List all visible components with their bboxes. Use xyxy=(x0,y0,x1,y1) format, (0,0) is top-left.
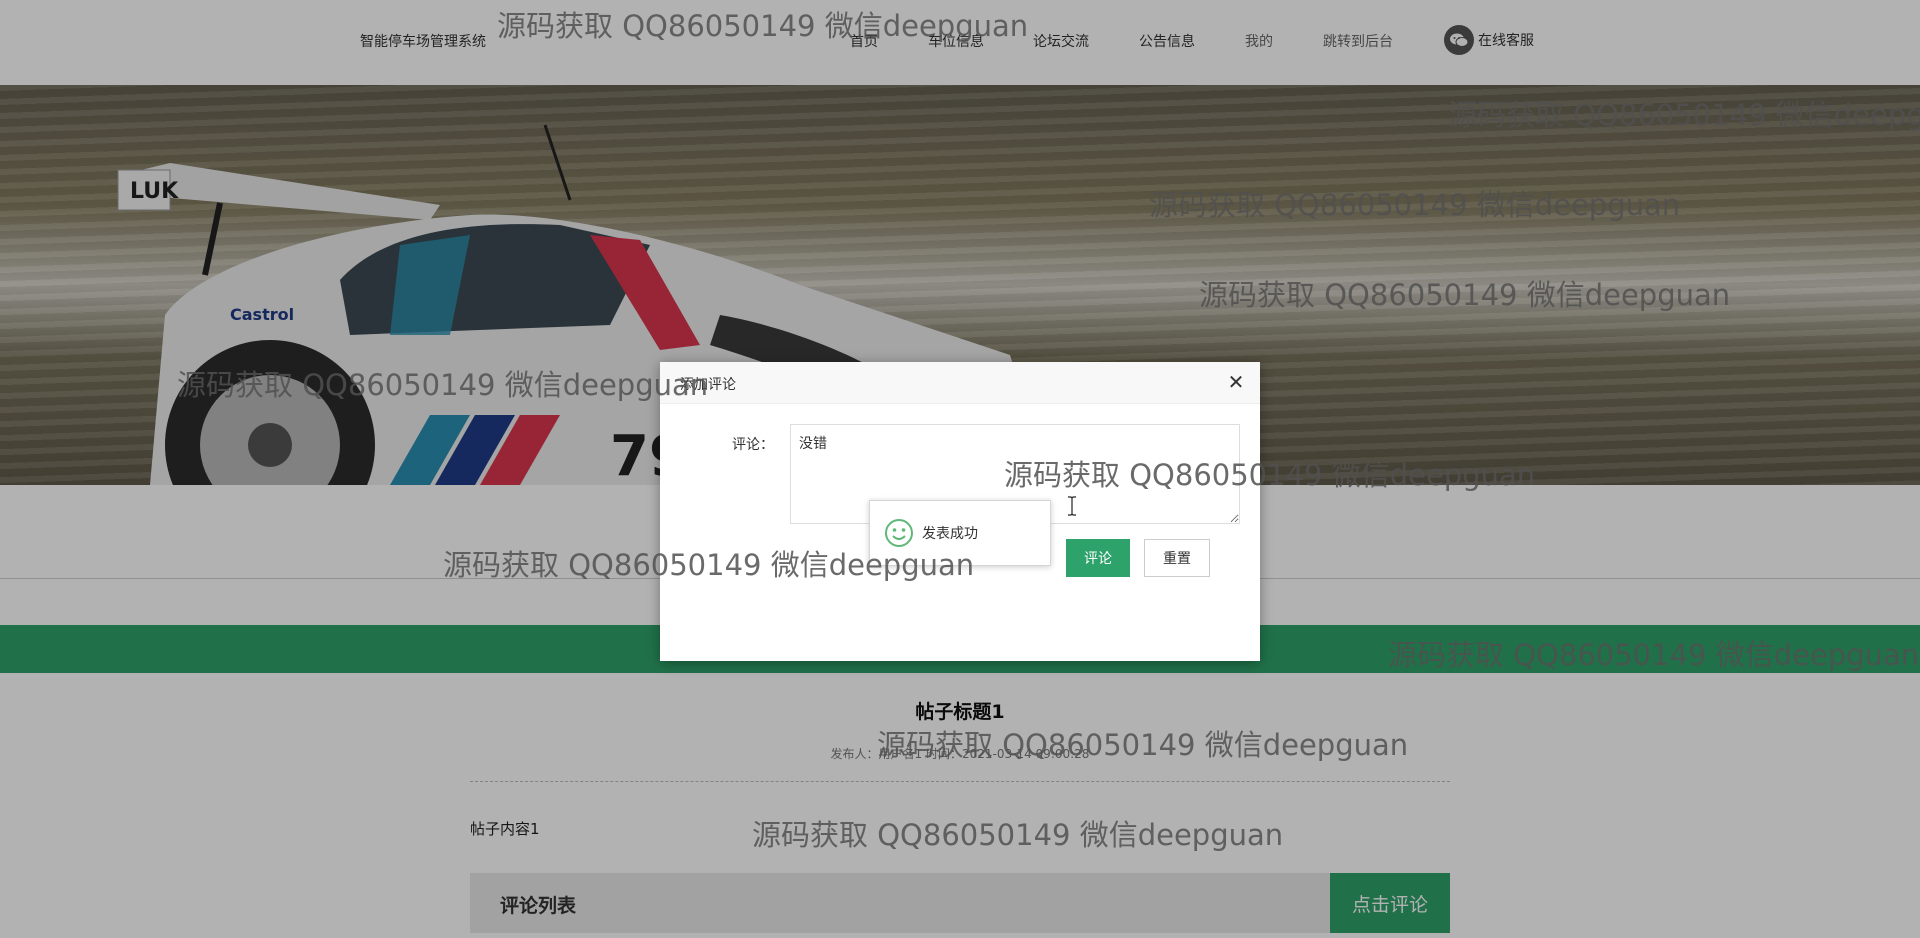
reset-button[interactable]: 重置 xyxy=(1144,539,1210,577)
text-cursor-icon xyxy=(1068,496,1076,516)
comment-label: 评论： xyxy=(732,437,774,453)
smile-icon xyxy=(885,519,913,547)
submit-comment-button[interactable]: 评论 xyxy=(1066,539,1130,577)
dialog-title: 添加评论 xyxy=(680,377,736,393)
close-icon[interactable]: ✕ xyxy=(1226,372,1246,392)
success-toast: 发表成功 xyxy=(869,500,1051,566)
dialog-header: 添加评论 ✕ xyxy=(660,362,1260,404)
toast-message: 发表成功 xyxy=(922,526,978,542)
